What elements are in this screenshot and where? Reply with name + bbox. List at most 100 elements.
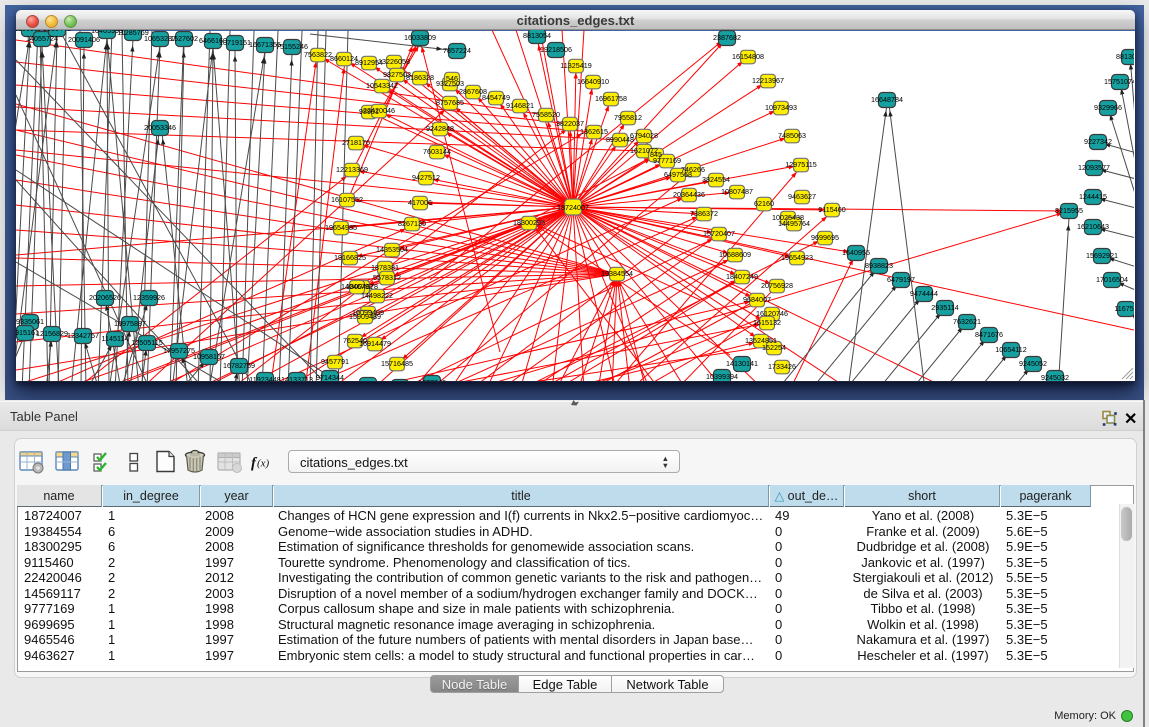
svg-text:9245032: 9245032 — [1041, 373, 1069, 381]
svg-text:12505115: 12505115 — [131, 338, 162, 347]
svg-text:14133713: 14133713 — [281, 375, 313, 381]
svg-text:16154808: 16154808 — [732, 52, 764, 61]
svg-text:7955812: 7955812 — [614, 113, 642, 122]
svg-text:1145114: 1145114 — [102, 334, 129, 343]
svg-text:10973493: 10973493 — [765, 103, 797, 112]
svg-text:12213967: 12213967 — [752, 76, 784, 85]
svg-text:11325419: 11325419 — [560, 61, 591, 70]
svg-text:7632621: 7632621 — [953, 317, 981, 326]
svg-text:19654985: 19654985 — [325, 223, 357, 232]
svg-text:1640955: 1640955 — [842, 248, 870, 257]
svg-text:8813054: 8813054 — [523, 31, 551, 40]
svg-text:8267130: 8267130 — [398, 219, 426, 228]
svg-text:17957275: 17957275 — [163, 346, 195, 355]
svg-text:15692921: 15692921 — [1086, 251, 1118, 260]
svg-text:11923448: 11923448 — [249, 375, 280, 381]
svg-text:20756928: 20756928 — [761, 281, 793, 290]
svg-text:19218506: 19218506 — [540, 45, 572, 54]
svg-text:9335061: 9335061 — [16, 317, 44, 326]
svg-text:16961758: 16961758 — [595, 94, 627, 103]
svg-text:16782759: 16782759 — [223, 361, 255, 370]
svg-text:8757685: 8757685 — [436, 98, 464, 107]
svg-text:15720407: 15720407 — [703, 229, 735, 238]
svg-text:2718176: 2718176 — [342, 138, 370, 147]
svg-text:3824554: 3824554 — [702, 175, 730, 184]
svg-text:9777169: 9777169 — [653, 156, 681, 165]
svg-text:1527602: 1527602 — [170, 34, 198, 43]
svg-text:10807487: 10807487 — [721, 187, 753, 196]
svg-text:1244415: 1244415 — [1079, 192, 1107, 201]
svg-text:16939374: 16939374 — [16, 30, 46, 33]
svg-text:19384554: 19384554 — [601, 269, 633, 278]
svg-text:16210643: 16210643 — [1077, 222, 1109, 231]
svg-text:14046792: 14046792 — [341, 282, 373, 291]
svg-text:9245052: 9245052 — [1019, 359, 1047, 368]
svg-text:9714344: 9714344 — [316, 373, 344, 381]
svg-text:8471676: 8471676 — [975, 330, 1003, 339]
svg-text:9146821: 9146821 — [506, 101, 534, 110]
svg-text:14498222: 14498222 — [361, 291, 393, 300]
svg-text:(x): (x) — [257, 458, 270, 470]
svg-text:152254: 152254 — [762, 343, 786, 352]
svg-text:10719151: 10719151 — [219, 38, 251, 47]
svg-text:8938823: 8938823 — [865, 261, 893, 270]
svg-text:9185943: 9185943 — [354, 380, 382, 381]
svg-text:9242848: 9242848 — [426, 124, 454, 133]
svg-text:15751074: 15751074 — [1104, 77, 1134, 86]
svg-text:20053346: 20053346 — [144, 123, 176, 132]
svg-text:6479197: 6479197 — [887, 275, 915, 284]
svg-text:62160: 62160 — [754, 199, 774, 208]
svg-text:9684007: 9684007 — [743, 295, 771, 304]
svg-text:2935114: 2935114 — [931, 303, 958, 312]
svg-text:7563822: 7563822 — [304, 50, 332, 59]
svg-text:15909489: 15909489 — [349, 312, 381, 321]
svg-text:10688609: 10688609 — [719, 250, 751, 259]
svg-text:14055724: 14055724 — [26, 34, 58, 43]
svg-text:18407249: 18407249 — [726, 272, 758, 281]
svg-text:14353504: 14353504 — [376, 245, 408, 254]
svg-text:417006: 417006 — [408, 198, 432, 207]
svg-text:22420046: 22420046 — [363, 106, 395, 115]
svg-text:12156829: 12156829 — [36, 329, 68, 338]
svg-text:1878381: 1878381 — [371, 263, 399, 272]
svg-text:7603144: 7603144 — [423, 147, 451, 156]
svg-text:16914479: 16914479 — [359, 339, 391, 348]
svg-text:9329966: 9329966 — [1094, 103, 1122, 112]
svg-text:17016504: 17016504 — [1096, 275, 1128, 284]
svg-text:20364436: 20364436 — [673, 190, 705, 199]
svg-text:18724007: 18724007 — [557, 203, 589, 212]
svg-text:19654923: 19654923 — [781, 253, 813, 262]
svg-text:12213369: 12213369 — [336, 165, 368, 174]
svg-text:12975115: 12975115 — [785, 160, 816, 169]
svg-text:9463627: 9463627 — [788, 192, 816, 201]
svg-text:10958167: 10958167 — [193, 352, 225, 361]
svg-text:10543342: 10543342 — [366, 81, 398, 90]
svg-text:16640910: 16640910 — [577, 77, 609, 86]
svg-text:9227342: 9227342 — [1084, 137, 1112, 146]
svg-text:7558520: 7558520 — [532, 110, 560, 119]
svg-text:16120746: 16120746 — [756, 309, 788, 318]
svg-text:9474444: 9474444 — [910, 289, 938, 298]
svg-text:9427512: 9427512 — [412, 173, 440, 182]
svg-text:1362615: 1362615 — [580, 127, 608, 136]
svg-text:9457791: 9457791 — [321, 357, 349, 366]
svg-text:8215955: 8215955 — [1055, 206, 1083, 215]
svg-text:8990448: 8990448 — [43, 30, 71, 33]
svg-text:1277246: 1277246 — [418, 378, 446, 381]
svg-text:19166825: 19166825 — [334, 253, 366, 262]
svg-text:12093577: 12093577 — [1078, 163, 1110, 172]
svg-text:10654112: 10654112 — [995, 345, 1026, 354]
svg-text:8660124: 8660124 — [330, 54, 358, 63]
svg-text:116753: 116753 — [1114, 304, 1134, 313]
svg-text:8186328: 8186328 — [406, 73, 434, 82]
svg-text:16033809: 16033809 — [404, 33, 436, 42]
svg-text:546: 546 — [446, 74, 458, 83]
svg-text:16107552: 16107552 — [331, 195, 363, 204]
svg-text:10975887: 10975887 — [114, 319, 146, 328]
svg-text:16648784: 16648784 — [871, 95, 903, 104]
svg-text:7485063: 7485063 — [778, 131, 806, 140]
svg-text:10399394: 10399394 — [706, 372, 738, 381]
svg-text:13226058: 13226058 — [378, 57, 410, 66]
svg-text:1733426: 1733426 — [768, 362, 796, 371]
svg-text:746266: 746266 — [681, 165, 705, 174]
